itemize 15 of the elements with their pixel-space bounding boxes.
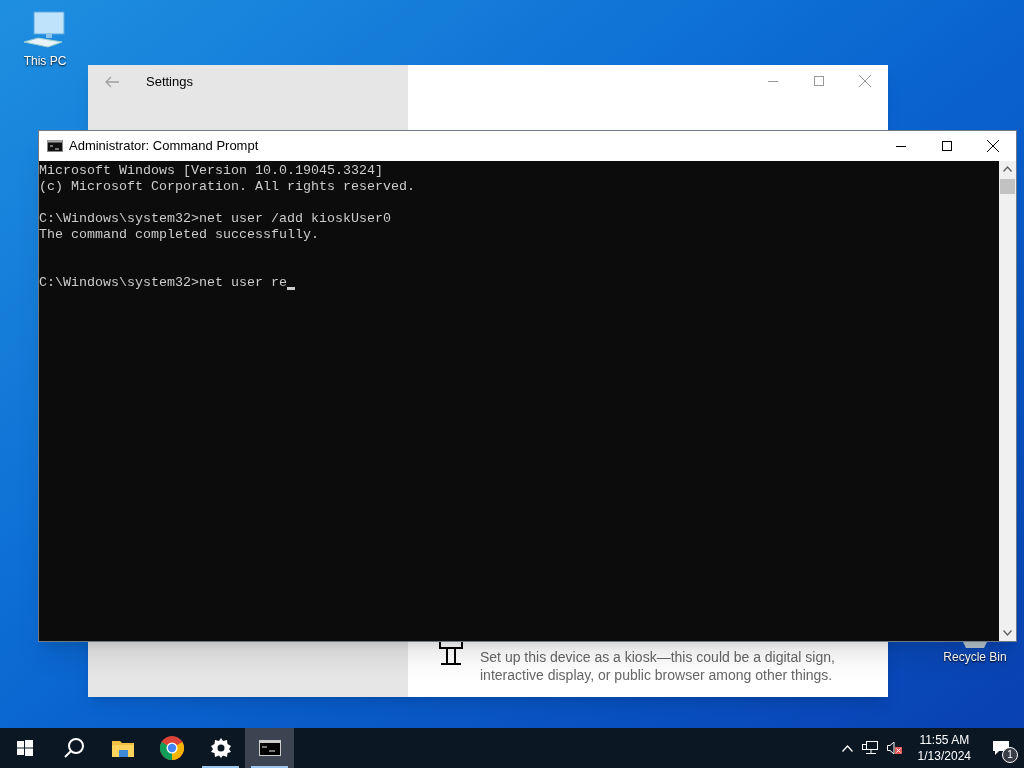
setting-description: Set up this device as a kiosk—this could be a digital sign, interactive display, or public browser among other things.	[480, 648, 836, 684]
console-line: Microsoft Windows [Version 10.0.19045.3324]	[39, 163, 383, 179]
window-title: Administrator: Command Prompt	[69, 137, 260, 156]
console-line: C:\Windows\system32>net user /add kioskUser0	[39, 211, 391, 227]
window-title: Settings	[146, 73, 193, 92]
clock[interactable]: 11:55 AM 1/13/2024	[911, 732, 977, 764]
notification-count: 1	[1002, 747, 1018, 763]
console-line: C:\Windows\system32>net user re	[39, 275, 287, 291]
desktop-icon-label[interactable]: This PC	[23, 52, 67, 70]
notification-button[interactable]: 1	[986, 733, 1016, 763]
clock-time: 11:55 AM	[919, 732, 970, 748]
console-line: (c) Microsoft Corporation. All rights reserved.	[39, 179, 415, 195]
desktop-icon-label[interactable]: Recycle Bin	[943, 648, 1007, 666]
clock-date: 1/13/2024	[917, 748, 971, 764]
console-line: The command completed successfully.	[39, 227, 319, 243]
